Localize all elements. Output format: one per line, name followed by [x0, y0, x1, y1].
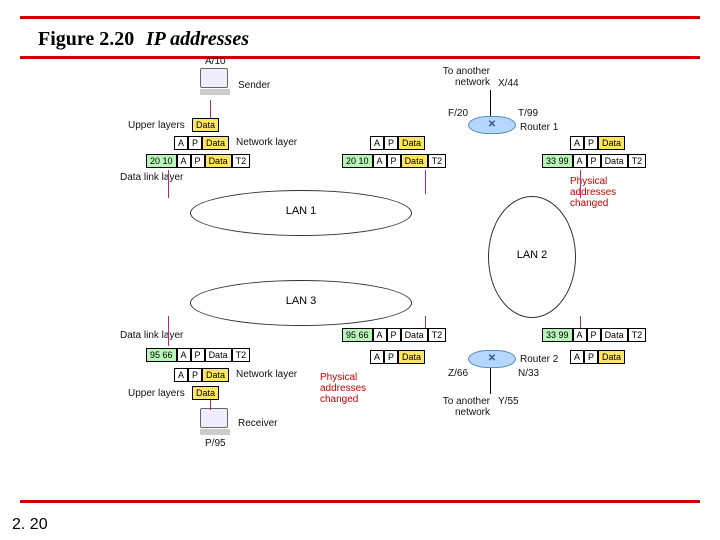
receiver-address: P/95 — [205, 438, 226, 449]
packet-net-right1: APData — [570, 136, 625, 150]
lan2-label: LAN 2 — [489, 249, 575, 261]
upper-layers-label-bottom: Upper layers — [128, 388, 185, 399]
changed-label-1: Physicaladdresseschanged — [570, 176, 616, 209]
to-another-bottom: To anothernetwork — [430, 396, 490, 418]
router2-right-port: N/33 — [518, 368, 539, 379]
packet-net-right2: APData — [570, 350, 625, 364]
router1-right-port: T/99 — [518, 108, 538, 119]
sender-label: Sender — [238, 80, 270, 91]
packet-net-bottom-left: APData — [174, 368, 229, 382]
figure-number: Figure 2.20 — [38, 28, 134, 50]
rule-bottom — [20, 500, 700, 503]
packet-net-mid1: APData — [370, 136, 425, 150]
datalink-label-bottom: Data link layer — [120, 330, 183, 341]
upper-layers-label-top: Upper layers — [128, 120, 185, 131]
external-top-address: X/44 — [498, 78, 519, 89]
page-number: 2. 20 — [12, 516, 48, 534]
router2-label: Router 2 — [520, 354, 558, 365]
router2-left-port: Z/66 — [448, 368, 468, 379]
flow-line — [168, 316, 169, 346]
packet-upper-data-top: Data — [192, 118, 219, 132]
lan1-ellipse: LAN 1 — [190, 190, 412, 236]
lan3-label: LAN 3 — [191, 295, 411, 307]
network-label-bottom: Network layer — [236, 369, 297, 380]
to-another-top: To anothernetwork — [430, 66, 490, 88]
packet-dl-mid1: 20 10APDataT2 — [342, 154, 446, 168]
lan3-ellipse: LAN 3 — [190, 280, 412, 326]
router1-icon: ✕ — [468, 116, 516, 134]
lan1-label: LAN 1 — [191, 205, 411, 217]
rule-under-title — [20, 56, 700, 59]
flow-line — [425, 316, 426, 328]
sender-pc-icon — [200, 68, 230, 94]
flow-line — [210, 100, 211, 118]
router1-label: Router 1 — [520, 122, 558, 133]
line-ext-bottom — [490, 368, 491, 394]
rule-top — [20, 16, 700, 19]
packet-dl-mid2: 95 66APDataT2 — [342, 328, 446, 342]
flow-line — [580, 316, 581, 328]
packet-dl-bottom-left: 95 66APDataT2 — [146, 348, 250, 362]
packet-dl-right2: 33 99APDataT2 — [542, 328, 646, 342]
network-label-top: Network layer — [236, 137, 297, 148]
flow-line — [168, 170, 169, 198]
packet-upper-data-bottom: Data — [192, 386, 219, 400]
router1-left-port: F/20 — [448, 108, 468, 119]
packet-net-mid2: APData — [370, 350, 425, 364]
router2-icon: ✕ — [468, 350, 516, 368]
datalink-label-top: Data link layer — [120, 172, 183, 183]
changed-label-2: Physicaladdresseschanged — [320, 372, 366, 405]
flow-line — [210, 400, 211, 410]
diagram-canvas: A/10 Sender Upper layers Data APData Net… — [20, 60, 700, 500]
packet-dl-top-left: 20 10APDataT2 — [146, 154, 250, 168]
flow-line — [580, 170, 581, 198]
line-ext-top — [490, 90, 491, 116]
sender-address: A/10 — [205, 56, 226, 67]
packet-net-top: APData — [174, 136, 229, 150]
receiver-label: Receiver — [238, 418, 277, 429]
receiver-pc-icon — [200, 408, 230, 434]
packet-dl-right1: 33 99APDataT2 — [542, 154, 646, 168]
flow-line — [425, 170, 426, 194]
figure-subtitle: IP addresses — [146, 28, 249, 50]
external-bottom-address: Y/55 — [498, 396, 519, 407]
lan2-ellipse: LAN 2 — [488, 196, 576, 318]
figure-title: Figure 2.20 IP addresses — [38, 28, 249, 51]
